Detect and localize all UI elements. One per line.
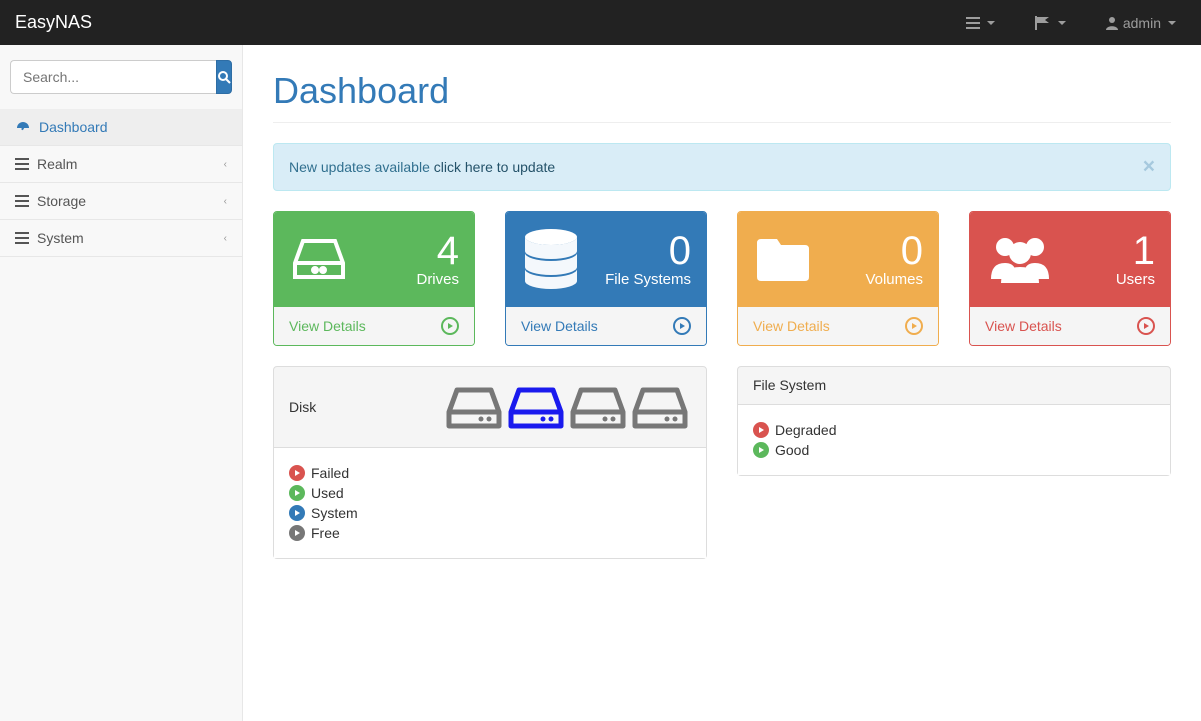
main-content: Dashboard New updates available click he… [243, 45, 1201, 721]
list-icon [15, 232, 29, 244]
chevron-left-icon: ‹ [224, 196, 227, 207]
view-details-label: View Details [289, 318, 366, 334]
stat-panel-volumes: 0 Volumes View Details [737, 211, 939, 346]
search-icon [217, 70, 231, 84]
sidebar-item-storage[interactable]: Storage ‹ [0, 183, 242, 220]
list-icon [15, 195, 29, 207]
arrow-right-icon [441, 317, 459, 335]
chevron-left-icon: ‹ [224, 159, 227, 170]
database-icon [521, 227, 581, 292]
arrow-right-icon [905, 317, 923, 335]
caret-down-icon [1058, 21, 1066, 25]
sidebar-item-dashboard[interactable]: Dashboard [0, 109, 242, 146]
view-details-volumes[interactable]: View Details [738, 307, 938, 345]
arrow-circle-icon [753, 422, 769, 438]
legend-label: Good [775, 442, 809, 458]
legend-failed: Failed [289, 463, 691, 483]
legend-label: Used [311, 485, 344, 501]
page-title: Dashboard [273, 70, 1171, 123]
bars-icon [966, 16, 980, 30]
stat-panel-users: 1 Users View Details [969, 211, 1171, 346]
alert-text: New updates available [289, 159, 434, 175]
fs-card-title: File System [753, 377, 826, 393]
sidebar-item-label: Realm [37, 156, 77, 172]
stat-panel-drives: 4 Drives View Details [273, 211, 475, 346]
view-details-label: View Details [753, 318, 830, 334]
user-icon [1106, 16, 1118, 30]
view-details-filesystems[interactable]: View Details [506, 307, 706, 345]
nav-menu-toggle[interactable] [956, 6, 1005, 40]
disk-icon-system [505, 382, 567, 432]
legend-label: Free [311, 525, 340, 541]
stat-label: Drives [416, 271, 459, 288]
arrow-circle-icon [289, 525, 305, 541]
legend-label: Failed [311, 465, 349, 481]
arrow-circle-icon [289, 465, 305, 481]
alert-close-button[interactable]: × [1143, 156, 1155, 177]
stat-value: 0 [605, 231, 691, 271]
sidebar-item-label: Dashboard [39, 119, 108, 135]
filesystem-status-card: File System Degraded Good [737, 366, 1171, 476]
stat-panel-filesystems: 0 File Systems View Details [505, 211, 707, 346]
hdd-icon [289, 233, 349, 286]
legend-degraded: Degraded [753, 420, 1155, 440]
legend-used: Used [289, 483, 691, 503]
arrow-right-icon [673, 317, 691, 335]
caret-down-icon [987, 21, 995, 25]
stat-value: 0 [865, 231, 923, 271]
alert-link[interactable]: click here to update [434, 159, 555, 175]
sidebar-item-realm[interactable]: Realm ‹ [0, 146, 242, 183]
search-button[interactable] [216, 60, 232, 94]
view-details-drives[interactable]: View Details [274, 307, 474, 345]
arrow-circle-icon [289, 505, 305, 521]
legend-system: System [289, 503, 691, 523]
sidebar: Dashboard Realm ‹ Storage ‹ System ‹ [0, 45, 243, 721]
disk-icon-free [443, 382, 505, 432]
stat-value: 1 [1116, 231, 1155, 271]
top-navbar: EasyNAS admin [0, 0, 1201, 45]
arrow-right-icon [1137, 317, 1155, 335]
search-input[interactable] [10, 60, 216, 94]
nav-user-menu[interactable]: admin [1096, 5, 1186, 41]
disk-card-title: Disk [289, 399, 316, 415]
legend-good: Good [753, 440, 1155, 460]
legend-free: Free [289, 523, 691, 543]
disk-status-card: Disk Failed Used System Free [273, 366, 707, 559]
list-icon [15, 158, 29, 170]
caret-down-icon [1168, 21, 1176, 25]
stat-label: File Systems [605, 271, 691, 288]
stat-value: 4 [416, 231, 459, 271]
view-details-label: View Details [521, 318, 598, 334]
legend-label: System [311, 505, 358, 521]
user-label: admin [1123, 15, 1161, 31]
brand-link[interactable]: EasyNAS [15, 2, 92, 43]
stat-label: Users [1116, 271, 1155, 288]
folder-icon [753, 233, 813, 286]
sidebar-item-label: System [37, 230, 84, 246]
arrow-circle-icon [289, 485, 305, 501]
disk-icon-free [567, 382, 629, 432]
stat-label: Volumes [865, 271, 923, 288]
flag-icon [1035, 16, 1051, 30]
view-details-label: View Details [985, 318, 1062, 334]
disk-icon-free [629, 382, 691, 432]
sidebar-item-label: Storage [37, 193, 86, 209]
chevron-left-icon: ‹ [224, 233, 227, 244]
update-alert: New updates available click here to upda… [273, 143, 1171, 191]
sidebar-item-system[interactable]: System ‹ [0, 220, 242, 257]
view-details-users[interactable]: View Details [970, 307, 1170, 345]
nav-notifications[interactable] [1025, 6, 1076, 40]
legend-label: Degraded [775, 422, 837, 438]
arrow-circle-icon [753, 442, 769, 458]
dashboard-icon [15, 120, 31, 134]
users-icon [985, 231, 1055, 289]
